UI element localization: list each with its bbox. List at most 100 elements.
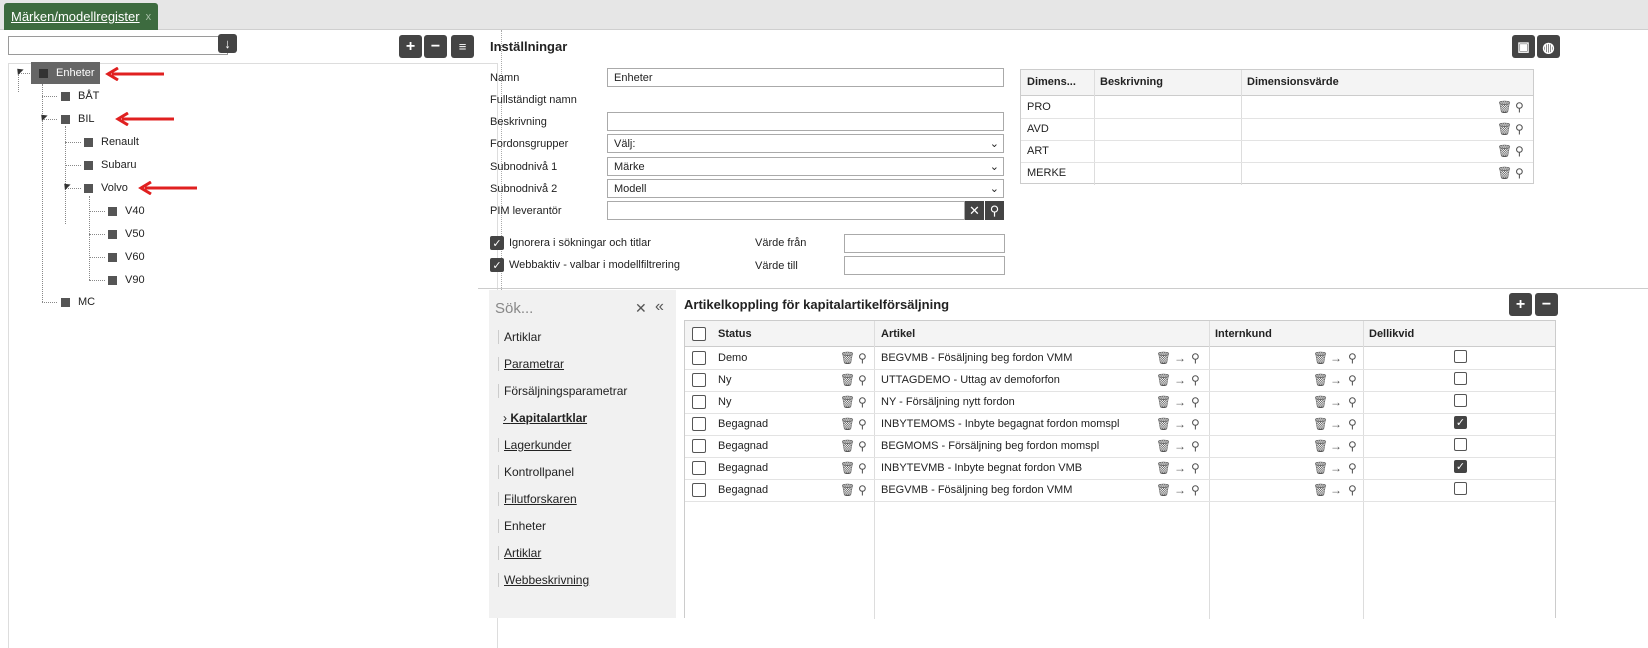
trash-icon[interactable]: 🗑 [1156,396,1171,408]
dellikvid-checkbox[interactable]: ✓ [1454,460,1467,473]
beskrivning-input[interactable] [607,112,1004,131]
menu-item-webbeskrivning[interactable]: Webbeskrivning [498,573,589,587]
dellikvid-checkbox[interactable] [1454,372,1467,385]
trash-icon[interactable]: 🗑 [1497,145,1512,157]
trash-icon[interactable]: 🗑 [1156,418,1171,430]
add-node-button[interactable]: + [399,35,422,58]
table-row[interactable]: Demo 🗑 ⚲ BEGVMB - Fösäljning beg fordon VMM… [685,348,1555,370]
trash-icon[interactable]: 🗑 [1313,440,1328,452]
menu-item-kontrollpanel[interactable]: Kontrollpanel [498,465,574,479]
tree-node-subaru[interactable]: Subaru [84,155,136,175]
search-icon[interactable]: ⚲ [1348,396,1357,408]
arrow-right-icon[interactable]: → [1330,440,1342,452]
menu-item-forsaljningsparametrar[interactable]: Försäljningsparametrar [498,384,627,398]
pim-input[interactable] [607,201,965,220]
search-icon[interactable]: ⚲ [1191,484,1200,496]
dellikvid-checkbox[interactable] [1454,350,1467,363]
search-icon[interactable]: ⚲ [1191,440,1200,452]
trash-icon[interactable]: 🗑 [840,396,855,408]
dellikvid-checkbox[interactable] [1454,482,1467,495]
tree-node-v50[interactable]: V50 [108,224,145,244]
sub1-select[interactable]: Märke ⌄ [607,157,1004,176]
tree-node-volvo[interactable]: Volvo [84,178,128,198]
search-icon[interactable]: ⚲ [858,352,867,364]
table-row[interactable]: Begagnad 🗑 ⚲ BEGMOMS - Försäljning beg ford… [685,436,1555,458]
varde-fran-input[interactable] [844,234,1005,253]
menu-item-filutforskaren[interactable]: Filutforskaren [498,492,577,506]
arrow-right-icon[interactable]: → [1174,396,1186,408]
menu-item-artiklar[interactable]: Artiklar [498,330,541,344]
arrow-right-icon[interactable]: → [1330,418,1342,430]
trash-icon[interactable]: 🗑 [1313,462,1328,474]
menu-search-input[interactable]: Sök... [495,300,533,317]
dimension-row[interactable]: PRO [1027,101,1051,113]
collapse-icon[interactable]: « [655,298,664,316]
search-icon[interactable]: ⚲ [1348,374,1357,386]
search-icon[interactable]: ⚲ [1515,145,1524,157]
remove-node-button[interactable]: − [424,35,447,58]
column-dimension[interactable]: Dimens... [1027,76,1076,88]
trash-icon[interactable]: 🗑 [1497,167,1512,179]
trash-icon[interactable]: 🗑 [1313,352,1328,364]
menu-icon[interactable]: ≡ [451,35,474,58]
dimension-row[interactable]: AVD [1027,123,1049,135]
row-checkbox[interactable] [692,483,706,497]
search-icon[interactable]: ⚲ [1191,352,1200,364]
search-icon[interactable]: ⚲ [1348,418,1357,430]
row-checkbox[interactable] [692,395,706,409]
column-artikel[interactable]: Artikel [881,328,915,340]
search-icon[interactable]: ⚲ [858,396,867,408]
trash-icon[interactable]: 🗑 [1156,484,1171,496]
download-icon[interactable]: ↓ [218,34,237,53]
column-internkund[interactable]: Internkund [1215,328,1272,340]
trash-icon[interactable]: 🗑 [1313,396,1328,408]
select-all-checkbox[interactable] [692,327,706,341]
menu-item-enheter[interactable]: Enheter [498,519,546,533]
tree-node-mc[interactable]: MC [61,292,95,312]
webb-checkbox[interactable]: ✓ [490,258,504,272]
tab-marken-modellregister[interactable]: Märken/modellregister x [4,3,159,30]
search-icon[interactable]: ⚲ [1348,462,1357,474]
trash-icon[interactable]: 🗑 [840,484,855,496]
fordonsgrupper-select[interactable]: Välj: ⌄ [607,134,1004,153]
search-icon[interactable]: ⚲ [1515,167,1524,179]
arrow-right-icon[interactable]: → [1174,374,1186,386]
add-row-button[interactable]: + [1509,293,1532,316]
trash-icon[interactable]: 🗑 [840,374,855,386]
arrow-right-icon[interactable]: → [1330,352,1342,364]
namn-input[interactable]: Enheter [607,68,1004,87]
tree-node-v40[interactable]: V40 [108,201,145,221]
column-status[interactable]: Status [718,328,752,340]
row-checkbox[interactable] [692,373,706,387]
arrow-right-icon[interactable]: → [1330,462,1342,474]
search-icon[interactable]: ⚲ [1515,123,1524,135]
column-dellikvid[interactable]: Dellikvid [1369,328,1414,340]
trash-icon[interactable]: 🗑 [1313,374,1328,386]
search-icon[interactable]: ⚲ [1191,374,1200,386]
trash-icon[interactable]: 🗑 [840,440,855,452]
row-checkbox[interactable] [692,439,706,453]
arrow-right-icon[interactable]: → [1174,352,1186,364]
table-row[interactable]: Begagnad 🗑 ⚲ INBYTEVMB - Inbyte begnat ford… [685,458,1555,480]
menu-item-parametrar[interactable]: Parametrar [498,357,564,371]
search-icon[interactable]: ⚲ [858,440,867,452]
dimension-row[interactable]: MERKE [1027,167,1066,179]
search-icon[interactable]: ⚲ [1515,101,1524,113]
tree-node-v60[interactable]: V60 [108,247,145,267]
search-icon[interactable]: ⚲ [985,201,1004,220]
tree-node-bil[interactable]: BIL [61,109,95,129]
search-icon[interactable]: ⚲ [1191,396,1200,408]
trash-icon[interactable]: 🗑 [840,352,855,364]
row-checkbox[interactable] [692,417,706,431]
arrow-right-icon[interactable]: → [1330,484,1342,496]
tree-search-input[interactable] [8,36,228,55]
arrow-right-icon[interactable]: → [1330,396,1342,408]
tree-node-v90[interactable]: V90 [108,270,145,290]
arrow-right-icon[interactable]: → [1174,484,1186,496]
tab-close-icon[interactable]: x [146,11,152,23]
table-row[interactable]: Begagnad 🗑 ⚲ INBYTEMOMS - Inbyte begagnat f… [685,414,1555,436]
trash-icon[interactable]: 🗑 [1156,352,1171,364]
menu-item-artiklar-2[interactable]: Artiklar [498,546,541,560]
trash-icon[interactable]: 🗑 [1156,374,1171,386]
tree-node-bat[interactable]: BÅT [61,86,99,106]
